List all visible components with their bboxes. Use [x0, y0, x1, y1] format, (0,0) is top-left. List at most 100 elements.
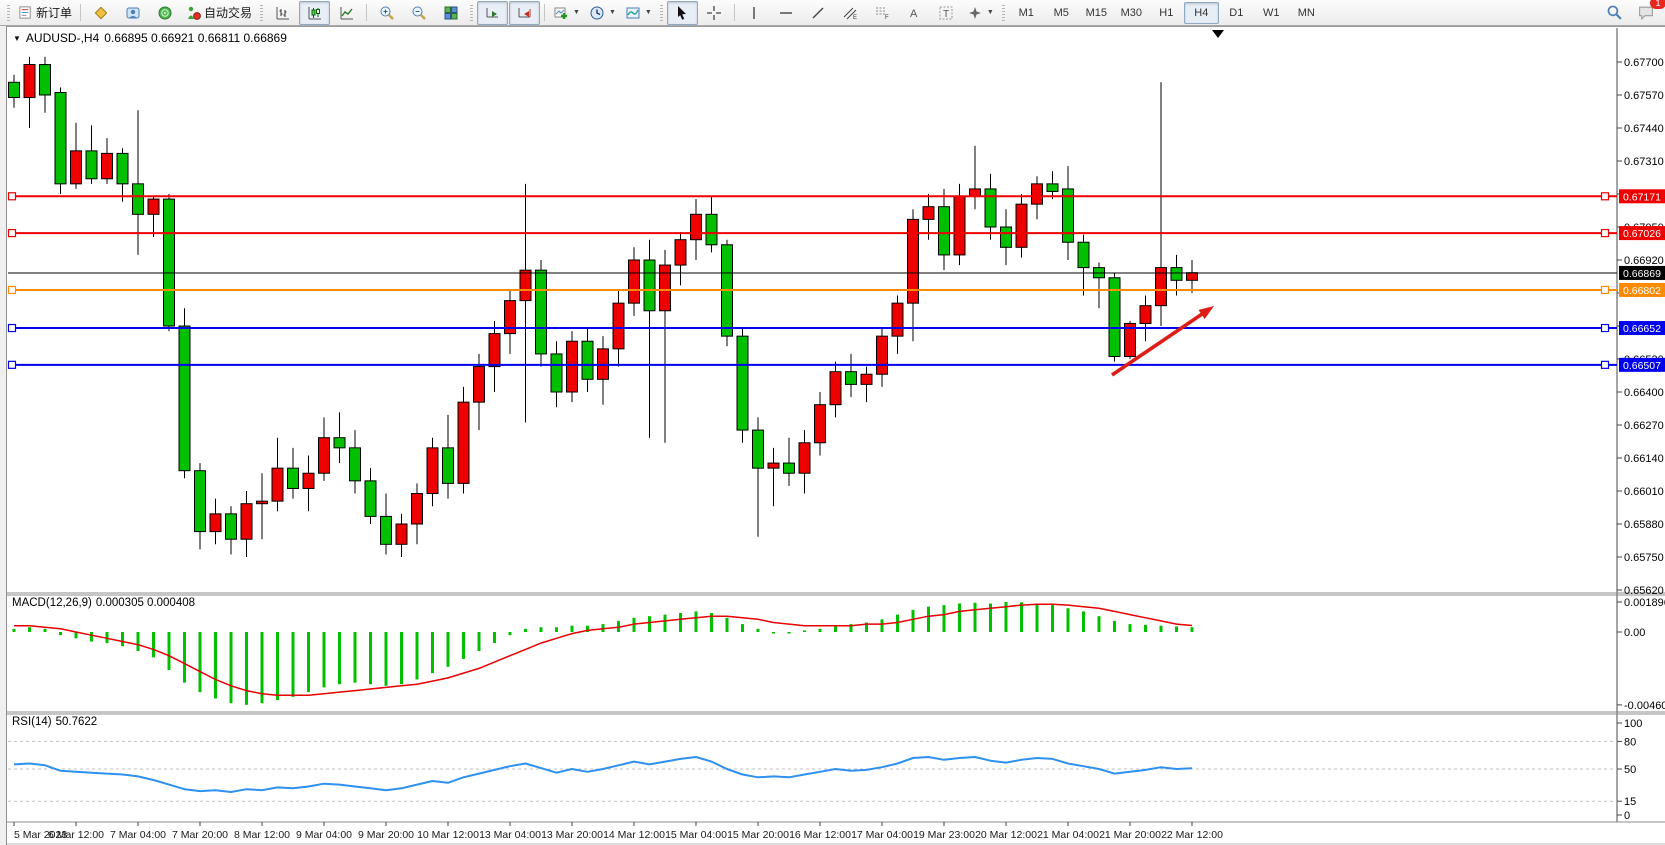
navigator-icon [157, 5, 173, 21]
horizontal-line-button[interactable] [771, 1, 802, 25]
new-chart-icon [553, 5, 569, 21]
market-watch-button[interactable] [85, 1, 116, 25]
template-icon [625, 5, 641, 21]
search-icon [1606, 4, 1623, 21]
toolbar-grip[interactable] [470, 5, 473, 21]
candle-body [226, 514, 237, 539]
timeframe-button-h1[interactable]: H1 [1149, 2, 1184, 24]
line-anchor-handle[interactable] [9, 361, 16, 368]
timeframe-button-w1[interactable]: W1 [1254, 2, 1289, 24]
line-anchor-handle[interactable] [1602, 325, 1609, 332]
macd-histogram-bar [183, 632, 186, 683]
toolbar-grip[interactable] [260, 5, 263, 21]
macd-histogram-bar [974, 603, 977, 632]
chart-dropdown-icon[interactable]: ▼ [13, 34, 21, 43]
macd-histogram-bar [276, 632, 279, 700]
chart-canvas[interactable]: 0.677000.675700.674400.673100.671800.670… [0, 0, 1665, 845]
autotrading-button[interactable]: 自动交易 [181, 1, 256, 25]
timeframe-button-m1[interactable]: M1 [1009, 2, 1044, 24]
macd-histogram-bar [819, 629, 822, 632]
timeframe-button-h4[interactable]: H4 [1184, 2, 1219, 24]
macd-histogram-bar [13, 629, 16, 632]
text-button[interactable]: A [899, 1, 930, 25]
candle-body [1001, 227, 1012, 247]
macd-histogram-bar [912, 610, 915, 632]
navigator-button[interactable] [149, 1, 180, 25]
line-anchor-handle[interactable] [9, 325, 16, 332]
timeframe-button-m30[interactable]: M30 [1114, 2, 1149, 24]
market-watch-icon [93, 5, 109, 21]
zoom-in-button[interactable] [371, 1, 402, 25]
price-level-badge-label: 0.66869 [1623, 268, 1661, 280]
macd-histogram-bar [261, 632, 264, 703]
line-anchor-handle[interactable] [9, 193, 16, 200]
line-anchor-handle[interactable] [1602, 361, 1609, 368]
macd-histogram-bar [695, 611, 698, 632]
line-anchor-handle[interactable] [9, 230, 16, 237]
new-order-button[interactable]: 新订单 [14, 1, 76, 25]
candle-body [613, 303, 624, 349]
search-button[interactable] [1599, 1, 1630, 25]
time-tick-label: 13 Mar 04:00 [479, 829, 541, 841]
macd-tick-label: 0.00 [1624, 627, 1645, 639]
time-tick-label: 10 Mar 12:00 [417, 829, 479, 841]
notifications-button[interactable]: 1 [1630, 1, 1661, 25]
candle-body [1047, 184, 1058, 192]
arrows-button[interactable]: ▼ [963, 1, 998, 25]
candle-body [319, 438, 330, 474]
price-tick-label: 0.66920 [1624, 255, 1664, 267]
text-label-button[interactable]: T [931, 1, 962, 25]
timeframe-button-d1[interactable]: D1 [1219, 2, 1254, 24]
candle-body [55, 92, 66, 183]
equidistant-channel-button[interactable]: E [835, 1, 866, 25]
price-tick-label: 0.67440 [1624, 123, 1664, 135]
macd-histogram-bar [834, 626, 837, 632]
vertical-line-button[interactable] [739, 1, 770, 25]
macd-histogram-bar [958, 604, 961, 632]
cursor-button[interactable] [667, 1, 698, 25]
candle-body [706, 214, 717, 244]
timeframe-button-m5[interactable]: M5 [1044, 2, 1079, 24]
fibonacci-button[interactable]: F [867, 1, 898, 25]
svg-text:F: F [885, 15, 889, 21]
period-button[interactable]: ▼ [585, 1, 620, 25]
ohlc-quote: 0.66895 0.66921 0.66811 0.66869 [104, 31, 287, 45]
data-window-button[interactable] [117, 1, 148, 25]
macd-histogram-bar [323, 632, 326, 687]
candle-body [133, 184, 144, 214]
line-anchor-handle[interactable] [1602, 230, 1609, 237]
toolbar-grip[interactable] [1002, 5, 1005, 21]
candlestick-chart-button[interactable] [299, 1, 330, 25]
cursor-icon [674, 5, 690, 21]
line-anchor-handle[interactable] [1602, 193, 1609, 200]
separator [366, 4, 367, 21]
new-order-label: 新订单 [36, 4, 72, 21]
time-tick-label: 21 Mar 04:00 [1037, 829, 1099, 841]
auto-scroll-button[interactable] [477, 1, 508, 25]
bar-chart-button[interactable] [267, 1, 298, 25]
tile-windows-button[interactable] [435, 1, 466, 25]
chart-shift-button[interactable] [509, 1, 540, 25]
candle-body [954, 197, 965, 255]
zoom-out-button[interactable] [403, 1, 434, 25]
timeframe-group: M1M5M15M30H1H4D1W1MN [1009, 2, 1324, 24]
trendline-button[interactable] [803, 1, 834, 25]
toolbar-grip[interactable] [7, 5, 10, 21]
template-button[interactable]: ▼ [621, 1, 656, 25]
line-anchor-handle[interactable] [9, 286, 16, 293]
new-chart-button[interactable]: ▼ [549, 1, 584, 25]
candle-body [1140, 306, 1151, 324]
timeframe-button-mn[interactable]: MN [1289, 2, 1324, 24]
line-chart-button[interactable] [331, 1, 362, 25]
macd-histogram-bar [400, 632, 403, 684]
chart-shift-marker[interactable] [1212, 30, 1224, 38]
time-tick-label: 15 Mar 04:00 [665, 829, 727, 841]
macd-histogram-bar [741, 624, 744, 632]
horizontal-line-icon [778, 5, 794, 21]
crosshair-button[interactable] [699, 1, 730, 25]
toolbar-grip[interactable] [660, 5, 663, 21]
candle-body [830, 372, 841, 405]
timeframe-button-m15[interactable]: M15 [1079, 2, 1114, 24]
line-anchor-handle[interactable] [1602, 286, 1609, 293]
macd-tick-label: 0.001896 [1624, 597, 1665, 609]
